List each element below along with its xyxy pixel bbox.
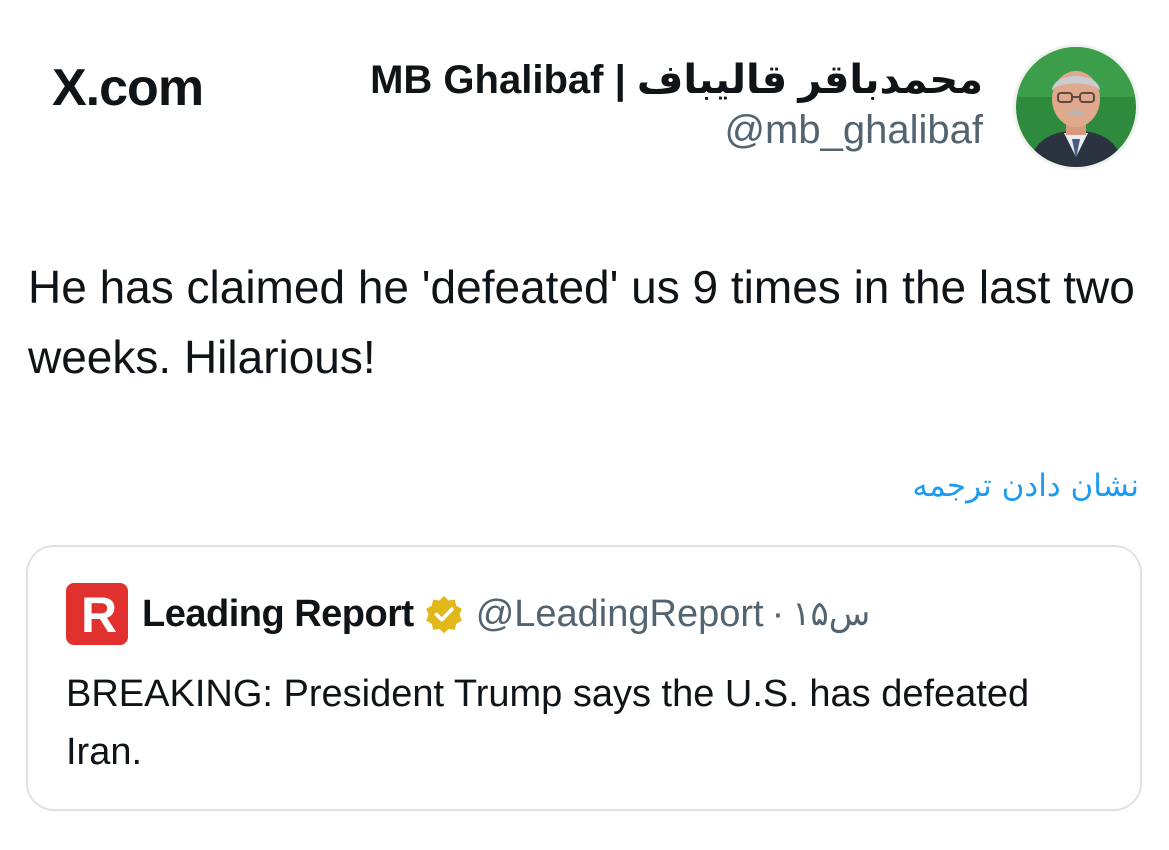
quoted-tweet[interactable]: R Leading Report @LeadingReport · ۱۵س BR…	[26, 545, 1142, 811]
tweet-text: He has claimed he 'defeated' us 9 times …	[28, 261, 1135, 383]
author-handle[interactable]: @mb_ghalibaf	[370, 108, 983, 152]
quoted-tweet-text: BREAKING: President Trump says the U.S. …	[66, 673, 1030, 773]
tweet-screenshot: X.com MB Ghalibaf | محمدباقر قالیباف @mb…	[0, 0, 1169, 850]
profile-photo-icon	[1016, 47, 1136, 167]
quoted-tweet-header: R Leading Report @LeadingReport · ۱۵س	[66, 583, 870, 645]
leading-report-logo-icon[interactable]: R	[66, 583, 128, 645]
quoted-timestamp[interactable]: ۱۵س	[792, 594, 870, 634]
avatar[interactable]	[1013, 44, 1139, 170]
translate-link[interactable]: نشان دادن ترجمه	[912, 468, 1139, 504]
svg-text:R: R	[81, 587, 117, 643]
separator-dot: ·	[771, 592, 785, 635]
quoted-author-name[interactable]: Leading Report	[142, 593, 414, 636]
author-name[interactable]: MB Ghalibaf | محمدباقر قالیباف	[370, 58, 983, 102]
author-info[interactable]: MB Ghalibaf | محمدباقر قالیباف @mb_ghali…	[370, 58, 983, 152]
verified-badge-icon	[424, 594, 464, 634]
brand-label: X.com	[52, 59, 204, 117]
quoted-author-handle[interactable]: @LeadingReport	[476, 593, 764, 636]
